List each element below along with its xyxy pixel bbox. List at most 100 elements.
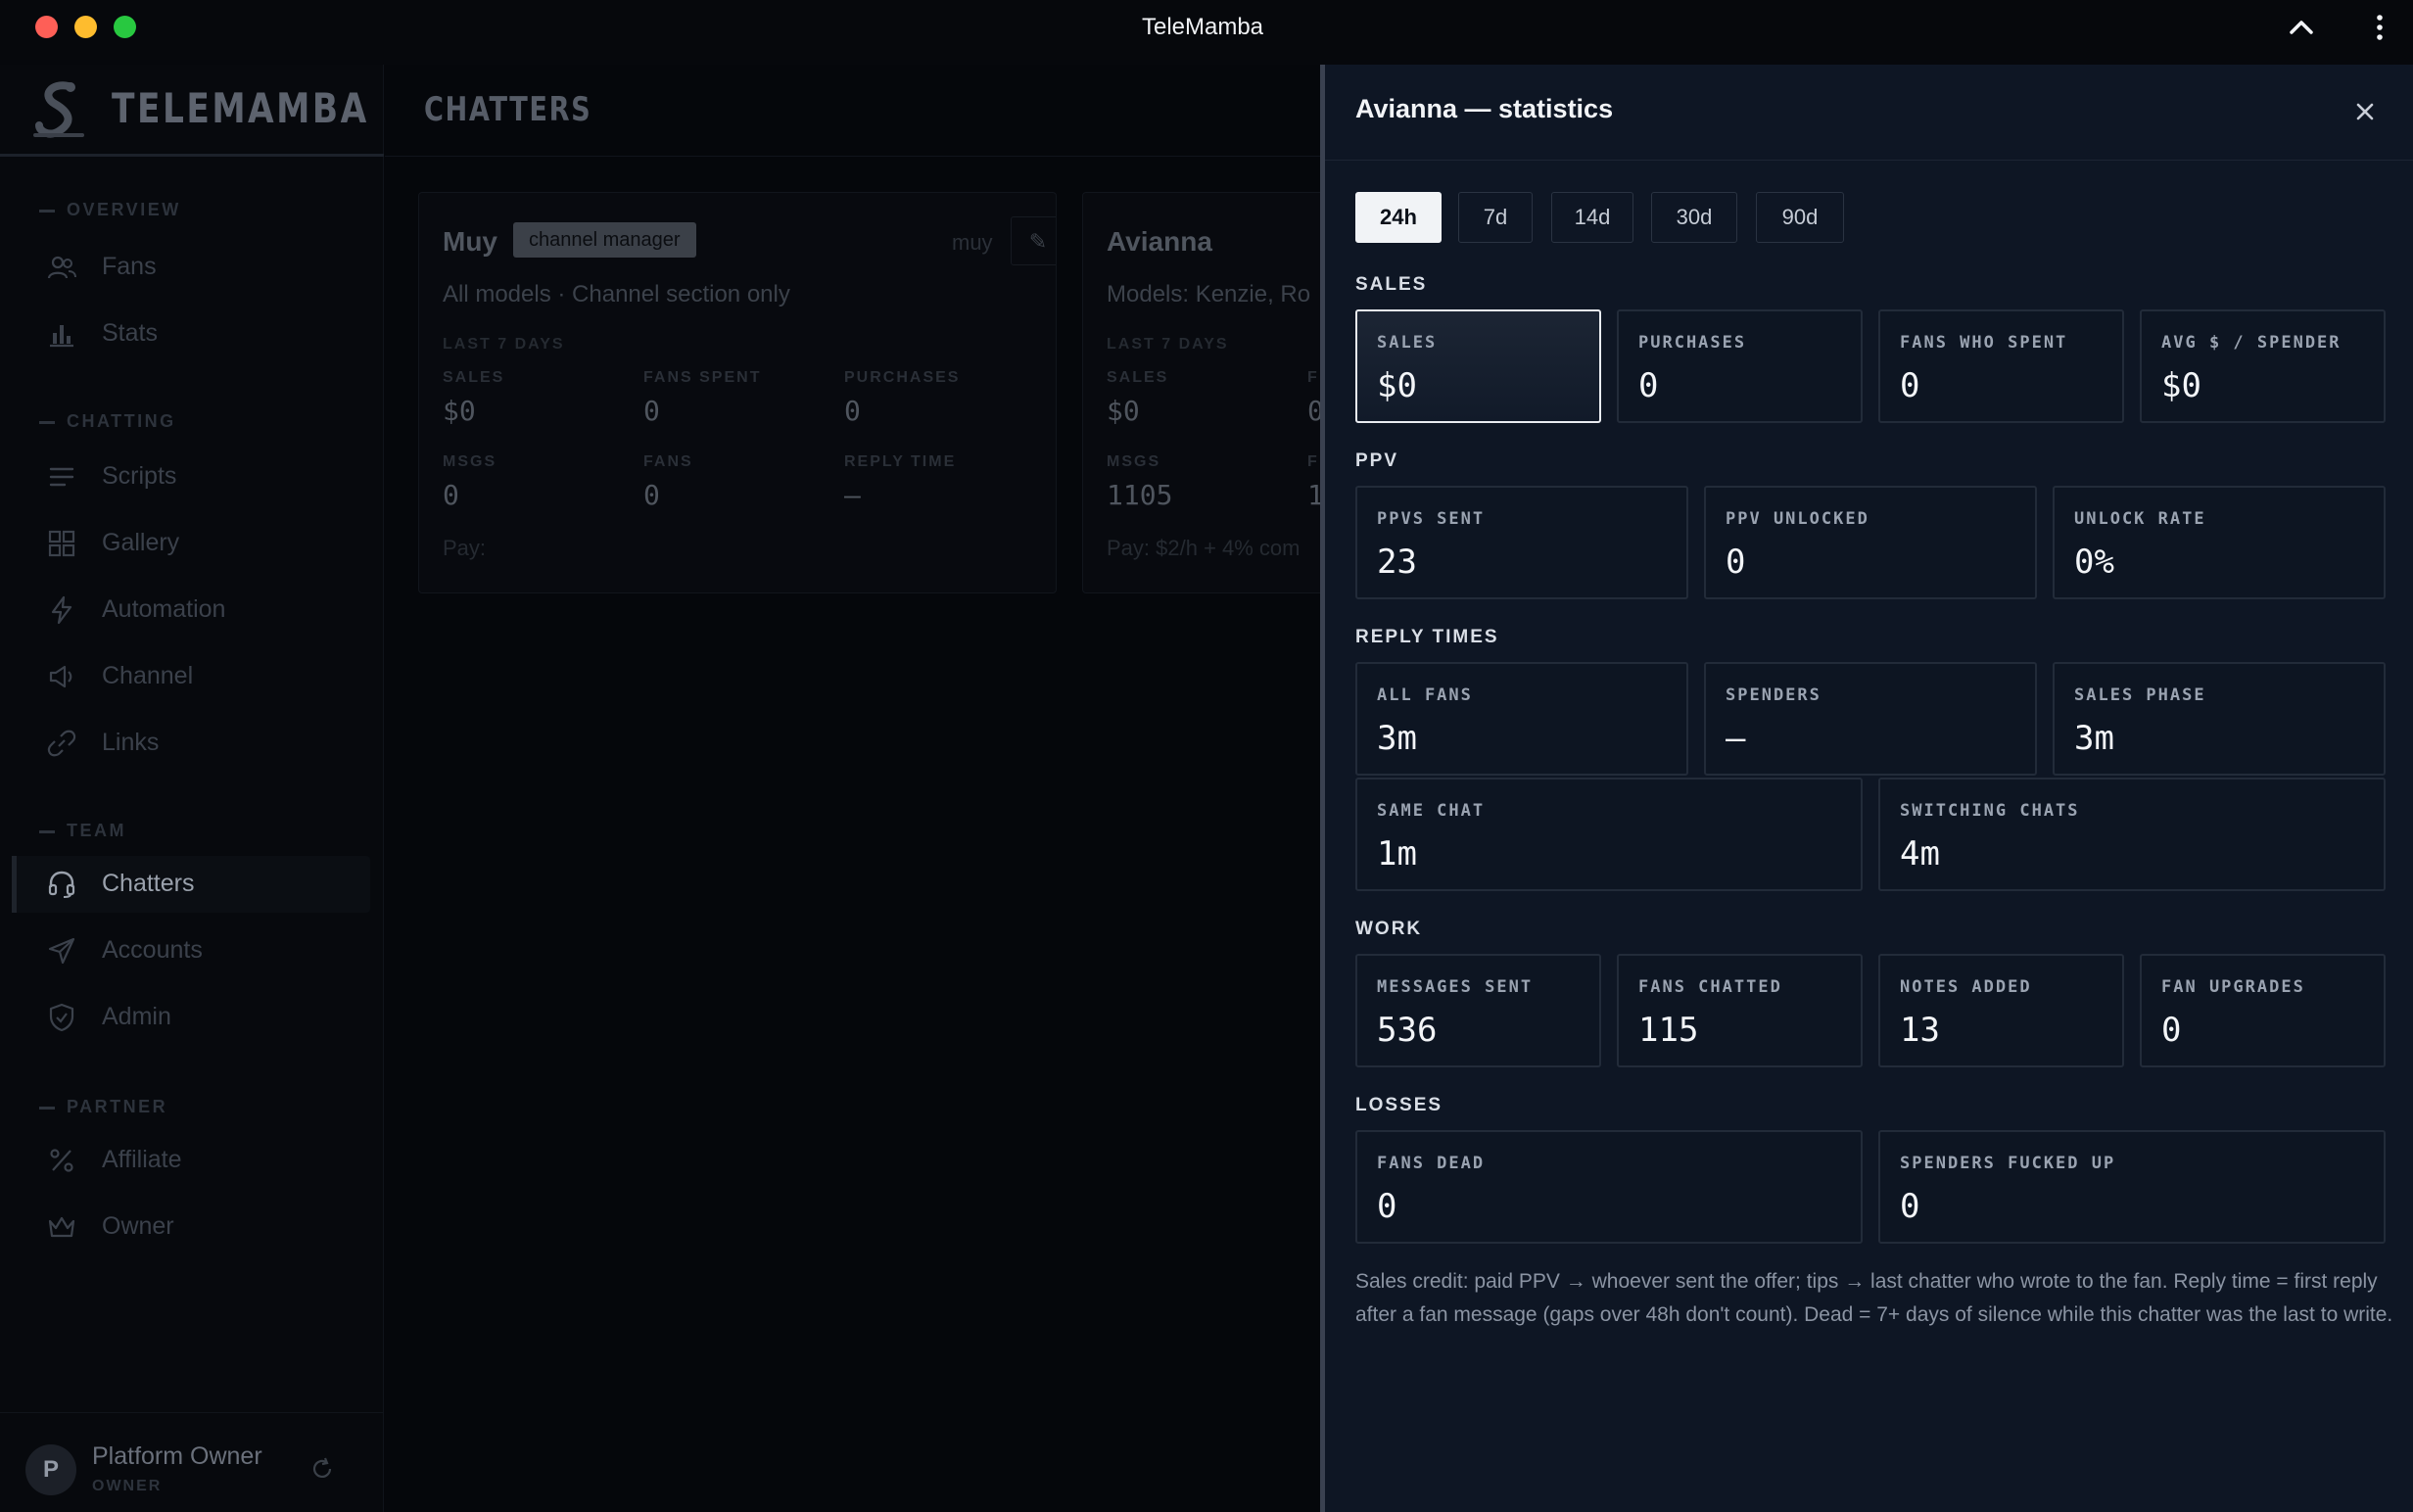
sidebar-item-owner[interactable]: Owner <box>12 1199 370 1255</box>
stat-value: 0 <box>643 395 660 427</box>
range-button-24h[interactable]: 24h <box>1355 192 1442 243</box>
stat-card-notes-added[interactable]: NOTES ADDED 13 <box>1878 954 2124 1067</box>
stat-value: 1105 <box>1107 479 1173 511</box>
sidebar-item-admin[interactable]: Admin <box>12 989 370 1046</box>
grid-icon <box>48 530 75 557</box>
sidebar: TELEMAMBA OVERVIEW Fans Stats CHATTING S… <box>0 65 384 1512</box>
sidebar-item-affiliate[interactable]: Affiliate <box>12 1132 370 1189</box>
stat-card-all-fans[interactable]: ALL FANS 3m <box>1355 662 1688 776</box>
avatar[interactable]: P <box>25 1444 76 1495</box>
sidebar-item-stats[interactable]: Stats <box>12 306 370 362</box>
stat-card-fans-dead[interactable]: FANS DEAD 0 <box>1355 1130 1863 1244</box>
stat-label: PURCHASES <box>844 369 961 386</box>
stat-card-switching-chats[interactable]: SWITCHING CHATS 4m <box>1878 778 2386 891</box>
send-icon <box>48 937 75 965</box>
stat-label: PPVS SENT <box>1377 509 1486 529</box>
section-team: TEAM <box>39 821 126 841</box>
stat-label: PPV UNLOCKED <box>1726 509 1869 529</box>
chatter-handle: muy <box>952 230 993 255</box>
sidebar-item-chatters[interactable]: Chatters <box>12 856 370 913</box>
users-icon <box>47 256 76 279</box>
stat-value: 4m <box>1900 834 1940 874</box>
sidebar-item-label: Owner <box>102 1212 174 1240</box>
range-button-30d[interactable]: 30d <box>1651 192 1737 243</box>
sidebar-item-gallery[interactable]: Gallery <box>12 515 370 572</box>
sidebar-item-fans[interactable]: Fans <box>12 239 370 296</box>
pencil-icon: ✎ <box>1028 229 1048 254</box>
stat-card-ppvs-sent[interactable]: PPVS SENT 23 <box>1355 486 1688 599</box>
snake-logo-icon <box>33 81 84 138</box>
user-profile[interactable]: P Platform Owner OWNER <box>0 1412 384 1512</box>
sidebar-item-label: Links <box>102 729 160 756</box>
stat-label: F <box>1307 453 1319 470</box>
bar-chart-icon <box>50 325 73 348</box>
drawer-title: Avianna — statistics <box>1355 94 1614 123</box>
range-button-14d[interactable]: 14d <box>1551 192 1633 243</box>
stat-value: 3m <box>2074 719 2114 758</box>
stat-card-unlock-rate[interactable]: UNLOCK RATE 0% <box>2053 486 2386 599</box>
sidebar-item-label: Automation <box>102 595 226 623</box>
range-button-7d[interactable]: 7d <box>1458 192 1533 243</box>
pay-info: Pay: $2/h + 4% com <box>1107 536 1301 560</box>
stat-value: 0% <box>2074 543 2114 582</box>
sidebar-item-scripts[interactable]: Scripts <box>12 449 370 505</box>
more-vertical-icon[interactable] <box>2364 12 2395 43</box>
refresh-icon[interactable] <box>309 1456 335 1482</box>
stat-card-fans-chatted[interactable]: FANS CHATTED 115 <box>1617 954 1863 1067</box>
stat-card-messages-sent[interactable]: MESSAGES SENT 536 <box>1355 954 1601 1067</box>
stat-label: SPENDERS <box>1726 685 1822 705</box>
section-overview: OVERVIEW <box>39 200 181 220</box>
stat-value: — <box>844 479 861 511</box>
sidebar-item-automation[interactable]: Automation <box>12 582 370 638</box>
stat-label: PURCHASES <box>1638 333 1747 353</box>
stat-value: 0 <box>844 395 861 427</box>
stat-label: FANS DEAD <box>1377 1154 1486 1173</box>
stat-label: UNLOCK RATE <box>2074 509 2206 529</box>
window-title: TeleMamba <box>1141 14 1264 40</box>
sidebar-item-label: Admin <box>102 1003 171 1030</box>
stat-value: 115 <box>1638 1011 1699 1050</box>
stat-value: 536 <box>1377 1011 1438 1050</box>
sidebar-item-accounts[interactable]: Accounts <box>12 922 370 979</box>
stat-card-sales-phase[interactable]: SALES PHASE 3m <box>2053 662 2386 776</box>
role-badge: channel manager <box>513 222 696 258</box>
stat-value: 0 <box>1900 366 1920 405</box>
close-icon[interactable] <box>2347 94 2383 129</box>
stat-label: NOTES ADDED <box>1900 977 2032 997</box>
sidebar-item-channel[interactable]: Channel <box>12 648 370 705</box>
main-content: CHATTERS Muy channel manager muy ✎ All m… <box>385 65 1376 1512</box>
page-title: CHATTERS <box>424 90 592 129</box>
stat-card-purchases[interactable]: PURCHASES 0 <box>1617 309 1863 423</box>
stat-value: 0 <box>1900 1187 1920 1226</box>
stat-card-fans-who-spent[interactable]: FANS WHO SPENT 0 <box>1878 309 2124 423</box>
range-button-90d[interactable]: 90d <box>1756 192 1844 243</box>
stat-label: FAN UPGRADES <box>2161 977 2305 997</box>
chevron-up-icon[interactable] <box>2286 12 2317 43</box>
stat-card-sales[interactable]: SALES $0 <box>1355 309 1601 423</box>
stat-card-spenders-lost[interactable]: SPENDERS FUCKED UP 0 <box>1878 1130 2386 1244</box>
brand[interactable]: TELEMAMBA <box>0 65 384 157</box>
stat-label: MSGS <box>1107 453 1161 470</box>
shield-icon <box>49 1003 74 1032</box>
chatter-scope: Models: Kenzie, Ro <box>1107 281 1311 307</box>
sidebar-item-label: Accounts <box>102 936 203 964</box>
list-icon <box>49 467 74 487</box>
sidebar-item-label: Fans <box>102 253 157 280</box>
sidebar-item-label: Gallery <box>102 529 180 556</box>
stat-card-spenders[interactable]: SPENDERS — <box>1704 662 2037 776</box>
sidebar-item-links[interactable]: Links <box>12 715 370 772</box>
stat-card-ppv-unlocked[interactable]: PPV UNLOCKED 0 <box>1704 486 2037 599</box>
stat-label: FANS CHATTED <box>1638 977 1782 997</box>
stat-value: 0 <box>1638 366 1659 405</box>
stat-value: 0 <box>643 479 660 511</box>
stat-card-avg-per-spender[interactable]: AVG $ / SPENDER $0 <box>2140 309 2386 423</box>
stat-label: SALES <box>1107 369 1169 386</box>
stat-label: AVG $ / SPENDER <box>2161 333 2342 353</box>
sidebar-item-label: Channel <box>102 662 194 689</box>
edit-button[interactable]: ✎ <box>1011 216 1056 265</box>
stat-card-fan-upgrades[interactable]: FAN UPGRADES 0 <box>2140 954 2386 1067</box>
statistics-drawer: Avianna — statistics 24h 7d 14d 30d 90d … <box>1320 65 2413 1512</box>
stat-card-same-chat[interactable]: SAME CHAT 1m <box>1355 778 1863 891</box>
crown-icon <box>48 1216 75 1238</box>
chatter-card-muy[interactable]: Muy channel manager muy ✎ All models · C… <box>418 192 1057 593</box>
